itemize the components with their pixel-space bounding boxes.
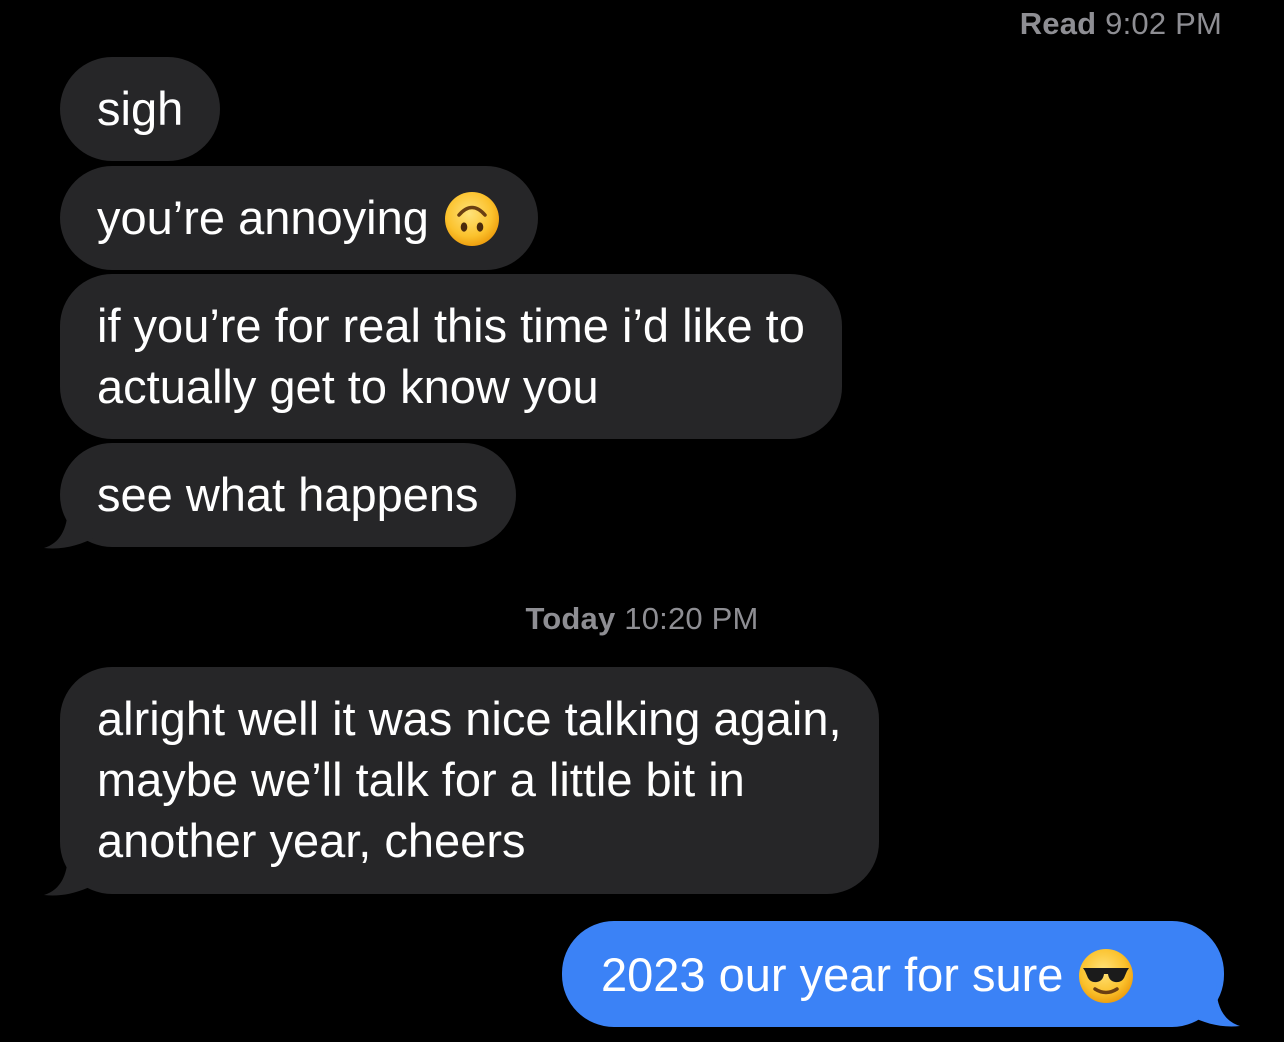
message-text: 2023 our year for sure (601, 944, 1185, 1008)
timestamp-time: 10:20 PM (624, 601, 759, 636)
sunglasses-face-icon (1079, 948, 1134, 1003)
message-bubble-incoming[interactable]: you’re annoying (60, 166, 538, 270)
read-time: 9:02 PM (1105, 6, 1222, 41)
timestamp-divider: Today 10:20 PM (0, 601, 1284, 637)
message-bubble-incoming[interactable]: alright well it was nice talking again, … (60, 667, 879, 894)
upside-down-face-icon (444, 191, 499, 246)
message-text-line: 2023 our year for sure (601, 948, 1064, 1001)
message-text: see what happens (97, 468, 479, 521)
message-bubble-incoming[interactable]: see what happens (60, 443, 516, 547)
message-text-line: maybe we’ll talk for a little bit in (97, 753, 745, 806)
message-bubble-outgoing[interactable]: 2023 our year for sure (562, 921, 1224, 1027)
message-text-line: if you’re for real this time i’d like to (97, 299, 805, 352)
message-text-line: actually get to know you (97, 360, 599, 413)
message-text: sigh (97, 82, 184, 135)
read-label: Read (1019, 6, 1097, 41)
message-bubble-incoming[interactable]: sigh (60, 57, 221, 161)
message-text-line: alright well it was nice talking again, (97, 692, 842, 745)
message-bubble-incoming[interactable]: if you’re for real this time i’d like to… (60, 274, 842, 439)
bubble-tail (1188, 983, 1240, 1027)
read-receipt: Read 9:02 PM (1020, 6, 1222, 42)
bubble-tail (44, 852, 96, 896)
message-text-line: another year, cheers (97, 814, 526, 867)
bubble-tail (44, 505, 96, 549)
message-text-line: you’re annoying (97, 191, 429, 244)
message-text: you’re annoying (97, 187, 501, 251)
timestamp-day: Today (525, 601, 616, 636)
